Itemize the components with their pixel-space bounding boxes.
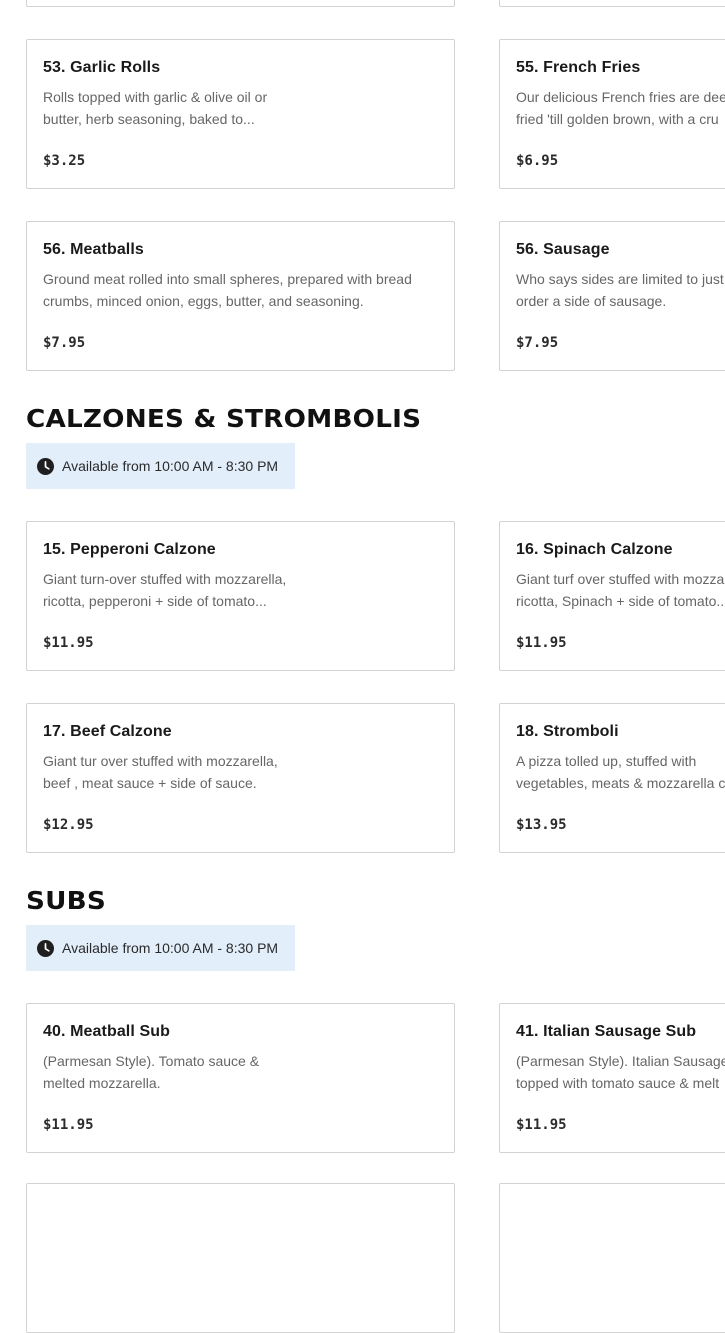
item-description: (Parmesan Style). Italian Sausage topped…: [516, 1053, 725, 1091]
menu-item-card[interactable]: 56. Sausage Who says sides are limited t…: [499, 221, 725, 371]
item-title: 53. Garlic Rolls: [43, 59, 161, 76]
menu-item-card[interactable]: 41. Italian Sausage Sub (Parmesan Style)…: [499, 1003, 725, 1153]
item-price: $11.95: [43, 635, 94, 651]
item-description: Giant turf over stuffed with mozza ricot…: [516, 571, 725, 609]
availability-text: Available from 10:00 AM - 8:30 PM: [62, 458, 279, 474]
menu-item-card[interactable]: 16. Spinach Calzone Giant turf over stuf…: [499, 521, 725, 671]
item-title: 55. French Fries: [516, 59, 641, 76]
item-title: 41. Italian Sausage Sub: [516, 1023, 697, 1040]
item-title: 18. Stromboli: [516, 723, 619, 740]
item-description: Our delicious French fries are dee fried…: [516, 89, 725, 127]
item-description: Ground meat rolled into small spheres, p…: [43, 271, 412, 309]
item-description: Rolls topped with garlic & olive oil or …: [43, 89, 268, 127]
menu-item-card[interactable]: 53. Garlic Rolls Rolls topped with garli…: [26, 39, 455, 189]
menu-item-card[interactable]: 15. Pepperoni Calzone Giant turn-over st…: [26, 521, 455, 671]
item-title: 56. Sausage: [516, 241, 610, 258]
item-price: $7.95: [43, 335, 86, 351]
item-price: $6.95: [516, 153, 559, 169]
item-description: A pizza tolled up, stuffed with vegetabl…: [516, 753, 725, 791]
item-title: 40. Meatball Sub: [43, 1023, 170, 1040]
menu-item-card-partial[interactable]: [26, 0, 455, 7]
clock-icon: [37, 940, 54, 957]
menu-item-card-partial[interactable]: [26, 1183, 455, 1333]
menu-item-card[interactable]: 17. Beef Calzone Giant tur over stuffed …: [26, 703, 455, 853]
item-price: $11.95: [516, 1117, 567, 1133]
item-title: 16. Spinach Calzone: [516, 541, 673, 558]
item-title: 15. Pepperoni Calzone: [43, 541, 216, 558]
menu-item-card[interactable]: 55. French Fries Our delicious French fr…: [499, 39, 725, 189]
menu-item-card-partial[interactable]: [499, 1183, 725, 1333]
item-price: $3.25: [43, 153, 86, 169]
section-title-calzones: CALZONES & STROMBOLIS: [26, 404, 422, 433]
menu-item-card[interactable]: 56. Meatballs Ground meat rolled into sm…: [26, 221, 455, 371]
menu-item-card-partial[interactable]: [499, 0, 725, 7]
item-price: $13.95: [516, 817, 567, 833]
item-description: (Parmesan Style). Tomato sauce & melted …: [43, 1053, 260, 1091]
availability-badge: Available from 10:00 AM - 8:30 PM: [26, 443, 295, 489]
availability-badge: Available from 10:00 AM - 8:30 PM: [26, 925, 295, 971]
item-price: $12.95: [43, 817, 94, 833]
item-title: 56. Meatballs: [43, 241, 144, 258]
item-price: $7.95: [516, 335, 559, 351]
availability-text: Available from 10:00 AM - 8:30 PM: [62, 940, 279, 956]
clock-icon: [37, 458, 54, 475]
item-price: $11.95: [516, 635, 567, 651]
item-description: Giant tur over stuffed with mozzarella, …: [43, 753, 278, 791]
item-description: Giant turn-over stuffed with mozzarella,…: [43, 571, 287, 609]
item-description: Who says sides are limited to just order…: [516, 271, 724, 309]
item-price: $11.95: [43, 1117, 94, 1133]
menu-item-card[interactable]: 40. Meatball Sub (Parmesan Style). Tomat…: [26, 1003, 455, 1153]
item-title: 17. Beef Calzone: [43, 723, 172, 740]
menu-item-card[interactable]: 18. Stromboli A pizza tolled up, stuffed…: [499, 703, 725, 853]
section-title-subs: SUBS: [26, 886, 106, 915]
